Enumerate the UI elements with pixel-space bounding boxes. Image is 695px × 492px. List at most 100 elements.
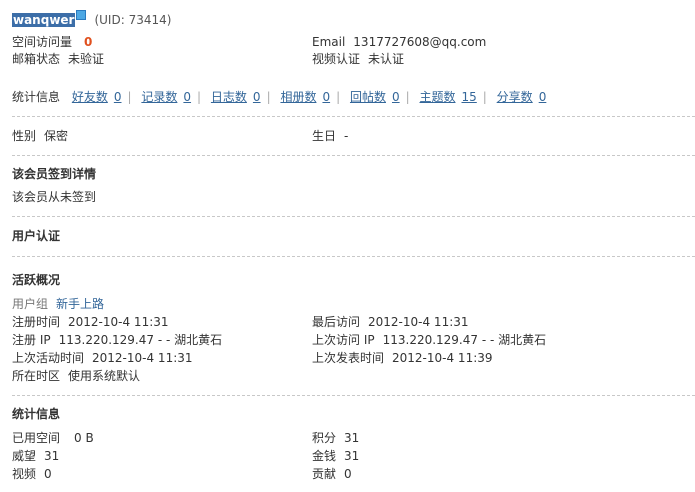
money-row: 金钱 31 bbox=[312, 447, 359, 465]
contrib-value: 0 bbox=[344, 467, 352, 481]
activity-title: 活跃概况 bbox=[12, 273, 61, 287]
uid-text: (UID: 73414) bbox=[94, 13, 172, 27]
stat-friends-label: 好友数 bbox=[71, 90, 108, 104]
divider bbox=[12, 116, 695, 117]
prestige-label: 威望 bbox=[12, 449, 37, 463]
group-label: 用户组 bbox=[12, 297, 49, 311]
email-value: 1317727608@qq.com bbox=[353, 35, 487, 49]
stat-separator: | bbox=[482, 90, 487, 104]
stat-replies[interactable]: 回帖数 0 bbox=[350, 90, 400, 104]
points-row: 积分 31 bbox=[312, 429, 359, 447]
profile-header: wanqwer (UID: 73414) bbox=[12, 10, 171, 28]
last-ip-label: 上次访问 IP bbox=[312, 333, 375, 347]
gender-label: 性别 bbox=[12, 129, 37, 143]
stat-separator: | bbox=[266, 90, 271, 104]
stat-replies-value: 0 bbox=[391, 90, 400, 104]
auth-title: 用户认证 bbox=[12, 229, 61, 243]
last-post-value: 2012-10-4 11:39 bbox=[392, 351, 493, 365]
stat-records-value: 0 bbox=[183, 90, 192, 104]
last-post-label: 上次发表时间 bbox=[312, 351, 385, 365]
mailbox-value: 未验证 bbox=[68, 52, 105, 66]
divider bbox=[12, 256, 695, 257]
stat-blogs[interactable]: 日志数 0 bbox=[211, 90, 261, 104]
reg-time-label: 注册时间 bbox=[12, 315, 61, 329]
reg-time-value: 2012-10-4 11:31 bbox=[68, 315, 169, 329]
group-row: 用户组 新手上路 bbox=[12, 295, 104, 313]
stat-threads-label: 主题数 bbox=[419, 90, 456, 104]
last-active-value: 2012-10-4 11:31 bbox=[92, 351, 193, 365]
video-row: 视频 0 bbox=[12, 465, 52, 483]
online-status-icon bbox=[76, 10, 87, 20]
email-row: Email 1317727608@qq.com bbox=[312, 33, 486, 51]
video-auth-row: 视频认证 未认证 bbox=[312, 50, 404, 68]
space-value: 0 B bbox=[74, 431, 94, 445]
last-ip-row: 上次访问 IP 113.220.129.47 - - 湖北黄石 bbox=[312, 331, 546, 349]
stat-records[interactable]: 记录数 0 bbox=[141, 90, 191, 104]
last-active-row: 上次活动时间 2012-10-4 11:31 bbox=[12, 349, 193, 367]
space-row: 已用空间 0 B bbox=[12, 429, 94, 447]
video-value: 0 bbox=[44, 467, 52, 481]
money-value: 31 bbox=[344, 449, 360, 463]
visits-label: 空间访问量 bbox=[12, 35, 73, 49]
reg-ip-row: 注册 IP 113.220.129.47 - - 湖北黄石 bbox=[12, 331, 222, 349]
stat-threads[interactable]: 主题数 15 bbox=[420, 90, 477, 104]
gender-row: 性别 保密 bbox=[12, 127, 68, 145]
last-post-row: 上次发表时间 2012-10-4 11:39 bbox=[312, 349, 493, 367]
stat-shares[interactable]: 分享数 0 bbox=[497, 90, 547, 104]
birthday-label: 生日 bbox=[312, 129, 337, 143]
visits-row: 空间访问量 0 bbox=[12, 33, 92, 51]
mailbox-row: 邮箱状态 未验证 bbox=[12, 50, 104, 68]
divider bbox=[12, 155, 695, 156]
divider bbox=[12, 395, 695, 396]
last-visit-value: 2012-10-4 11:31 bbox=[368, 315, 469, 329]
stat-shares-label: 分享数 bbox=[496, 90, 533, 104]
stat-blogs-value: 0 bbox=[252, 90, 261, 104]
statistics-title: 统计信息 bbox=[12, 407, 61, 421]
video-label: 视频 bbox=[12, 467, 37, 481]
stat-separator: | bbox=[127, 90, 132, 104]
prestige-row: 威望 31 bbox=[12, 447, 59, 465]
timezone-label: 所在时区 bbox=[12, 369, 61, 383]
stat-albums-label: 相册数 bbox=[280, 90, 317, 104]
timezone-value: 使用系统默认 bbox=[68, 369, 141, 383]
video-auth-value: 未认证 bbox=[368, 52, 405, 66]
stat-blogs-label: 日志数 bbox=[210, 90, 247, 104]
visits-value: 0 bbox=[84, 35, 93, 49]
money-label: 金钱 bbox=[312, 449, 337, 463]
stat-albums-value: 0 bbox=[322, 90, 331, 104]
stat-friends[interactable]: 好友数 0 bbox=[72, 90, 122, 104]
divider bbox=[12, 216, 695, 217]
last-visit-label: 最后访问 bbox=[312, 315, 361, 329]
email-label: Email bbox=[312, 35, 346, 49]
prestige-value: 31 bbox=[44, 449, 60, 463]
checkin-title: 该会员签到详情 bbox=[12, 167, 97, 181]
timezone-row: 所在时区 使用系统默认 bbox=[12, 367, 140, 385]
points-label: 积分 bbox=[312, 431, 337, 445]
stat-separator: | bbox=[197, 90, 202, 104]
stat-albums[interactable]: 相册数 0 bbox=[280, 90, 330, 104]
last-ip-value: 113.220.129.47 - - 湖北黄石 bbox=[382, 333, 547, 347]
stats-bar-label: 统计信息 bbox=[12, 90, 61, 104]
reg-ip-label: 注册 IP bbox=[12, 333, 51, 347]
space-label: 已用空间 bbox=[12, 431, 61, 445]
birthday-value: - bbox=[344, 129, 349, 143]
stats-bar: 统计信息 好友数 0 | 记录数 0 | 日志数 0 | 相册数 0 | 回帖数 0 | 主题数 15… bbox=[12, 88, 546, 106]
gender-value: 保密 bbox=[44, 129, 69, 143]
points-value: 31 bbox=[344, 431, 360, 445]
reg-time-row: 注册时间 2012-10-4 11:31 bbox=[12, 313, 169, 331]
last-active-label: 上次活动时间 bbox=[12, 351, 85, 365]
username[interactable]: wanqwer bbox=[12, 13, 76, 27]
stat-replies-label: 回帖数 bbox=[349, 90, 386, 104]
birthday-row: 生日 - bbox=[312, 127, 348, 145]
stat-friends-value: 0 bbox=[113, 90, 122, 104]
video-auth-label: 视频认证 bbox=[312, 52, 361, 66]
last-visit-row: 最后访问 2012-10-4 11:31 bbox=[312, 313, 469, 331]
checkin-text: 该会员从未签到 bbox=[12, 190, 97, 204]
stat-records-label: 记录数 bbox=[141, 90, 178, 104]
stat-threads-value: 15 bbox=[461, 90, 477, 104]
stat-shares-value: 0 bbox=[538, 90, 547, 104]
group-link[interactable]: 新手上路 bbox=[56, 297, 104, 311]
contrib-label: 贡献 bbox=[312, 467, 337, 481]
reg-ip-value: 113.220.129.47 - - 湖北黄石 bbox=[58, 333, 223, 347]
stat-separator: | bbox=[336, 90, 341, 104]
